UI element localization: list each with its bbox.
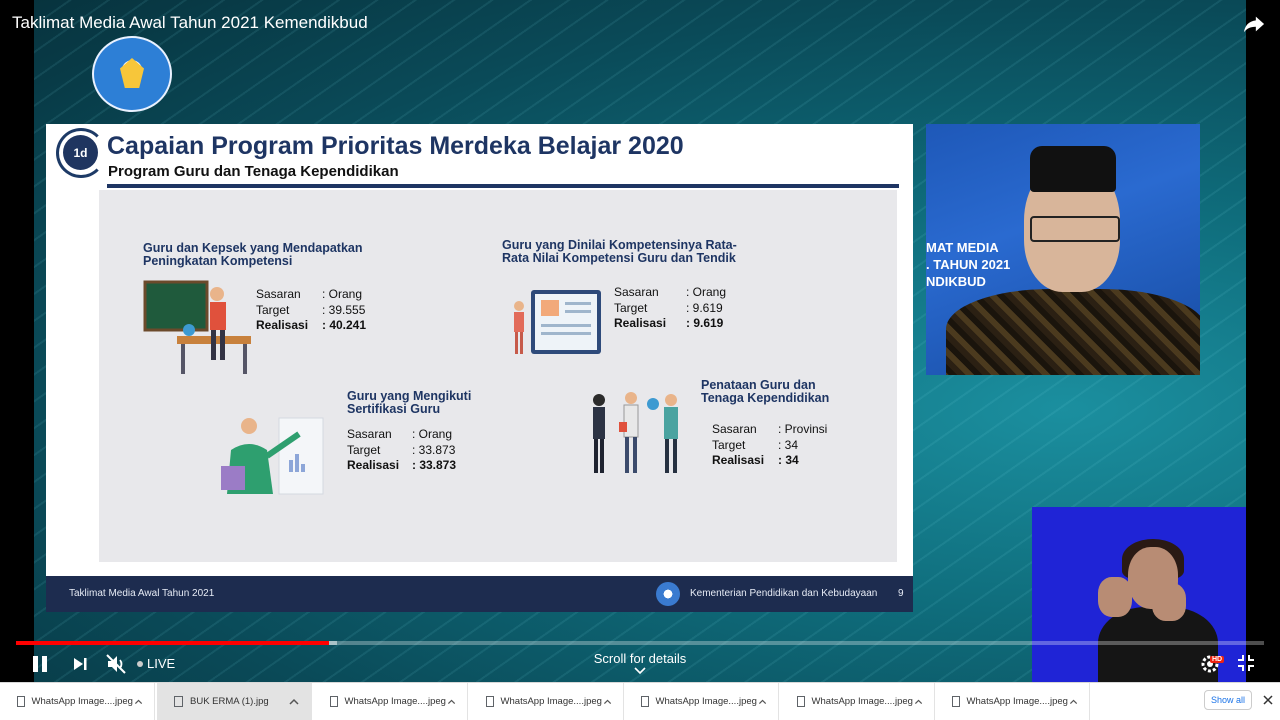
show-all-downloads-button[interactable]: Show all: [1204, 690, 1252, 710]
download-item[interactable]: WhatsApp Image....jpeg: [469, 683, 624, 720]
download-item[interactable]: WhatsApp Image....jpeg: [313, 683, 468, 720]
chevron-up-icon[interactable]: [1068, 695, 1079, 709]
slide-content-panel: Guru dan Kepsek yang Mendapatkan Peningka…: [99, 190, 897, 562]
live-indicator-dot: [137, 661, 143, 667]
file-icon: [641, 696, 649, 707]
download-item[interactable]: WhatsApp Image....jpeg: [935, 683, 1090, 720]
progress-bar[interactable]: [16, 641, 1264, 645]
file-icon: [486, 696, 494, 707]
download-item[interactable]: WhatsApp Image....jpeg: [624, 683, 779, 720]
teacher-blackboard-illustration: [143, 280, 251, 374]
block-2-stats: Sasaran: Orang Target: 9.619 Realisasi: …: [614, 285, 727, 330]
chevron-down-icon[interactable]: [634, 667, 646, 675]
block-4-stats: Sasaran: Provinsi Target: 34 Realisasi: …: [712, 422, 828, 467]
block-1-stats: Sasaran: Orang Target: 39.555 Realisasi:…: [256, 287, 367, 332]
close-icon[interactable]: [1262, 694, 1274, 706]
slide-number: 1d: [63, 135, 98, 170]
exit-fullscreen-icon[interactable]: [1237, 654, 1255, 672]
file-icon: [952, 696, 960, 707]
slide-title: Capaian Program Prioritas Merdeka Belaja…: [107, 132, 684, 160]
chevron-up-icon[interactable]: [133, 695, 144, 709]
muted-volume-icon[interactable]: [105, 653, 127, 675]
presenter-illustration: [221, 417, 324, 495]
block-3-title: Guru yang Mengikuti Sertifikasi Guru: [347, 389, 472, 416]
share-icon[interactable]: [1243, 14, 1265, 34]
slide-footer-ministry: Kementerian Pendidikan dan Kebudayaan: [690, 588, 878, 599]
downloads-bar: WhatsApp Image....jpeg BUK ERMA (1).jpg …: [0, 682, 1280, 720]
chevron-up-icon[interactable]: [446, 695, 457, 709]
block-1-title: Guru dan Kepsek yang Mendapatkan Peningka…: [143, 241, 363, 268]
next-video-icon[interactable]: [72, 656, 88, 672]
file-icon: [797, 696, 805, 707]
block-2-title: Guru yang Dinilai Kompetensinya Rata- Rat…: [502, 238, 737, 265]
video-player[interactable]: Taklimat Media Awal Tahun 2021 Kemendikb…: [0, 0, 1280, 682]
chevron-up-icon[interactable]: [757, 695, 768, 709]
staff-group-illustration: [593, 392, 678, 473]
chevron-up-icon[interactable]: [287, 695, 301, 709]
ministry-logo-icon: [656, 582, 680, 606]
chevron-up-icon[interactable]: [602, 695, 613, 709]
block-3-stats: Sasaran: Orang Target: 33.873 Realisasi:…: [347, 427, 457, 472]
pause-button[interactable]: [31, 655, 49, 673]
download-item[interactable]: WhatsApp Image....jpeg: [0, 683, 155, 720]
kemendikbud-logo: [92, 36, 172, 112]
file-icon: [174, 696, 183, 707]
slide-footer: Taklimat Media Awal Tahun 2021 Kementeri…: [46, 576, 913, 612]
speaker-backdrop-banner: MAT MEDIA . TAHUN 2021 NDIKBUD: [926, 240, 1011, 289]
download-item[interactable]: WhatsApp Image....jpeg: [780, 683, 935, 720]
presentation-slide: 1d Capaian Program Prioritas Merdeka Bel…: [46, 124, 913, 612]
file-icon: [330, 696, 338, 707]
assessment-illustration: [514, 290, 601, 354]
speaker-video: MAT MEDIA . TAHUN 2021 NDIKBUD: [926, 124, 1200, 375]
download-item[interactable]: BUK ERMA (1).jpg: [157, 683, 312, 720]
chevron-up-icon[interactable]: [913, 695, 924, 709]
hd-badge: HD: [1210, 656, 1225, 663]
slide-subtitle: Program Guru dan Tenaga Kependidikan: [108, 163, 399, 180]
slide-page-number: 9: [898, 588, 904, 599]
slide-footer-event: Taklimat Media Awal Tahun 2021: [69, 588, 215, 599]
scroll-for-details[interactable]: Scroll for details: [580, 651, 700, 666]
progress-played: [16, 641, 330, 645]
video-title[interactable]: Taklimat Media Awal Tahun 2021 Kemendikb…: [12, 13, 368, 33]
slide-divider: [107, 184, 899, 188]
live-label[interactable]: LIVE: [147, 656, 175, 671]
file-icon: [17, 696, 25, 707]
block-4-title: Penataan Guru dan Tenaga Kependidikan: [701, 378, 830, 405]
